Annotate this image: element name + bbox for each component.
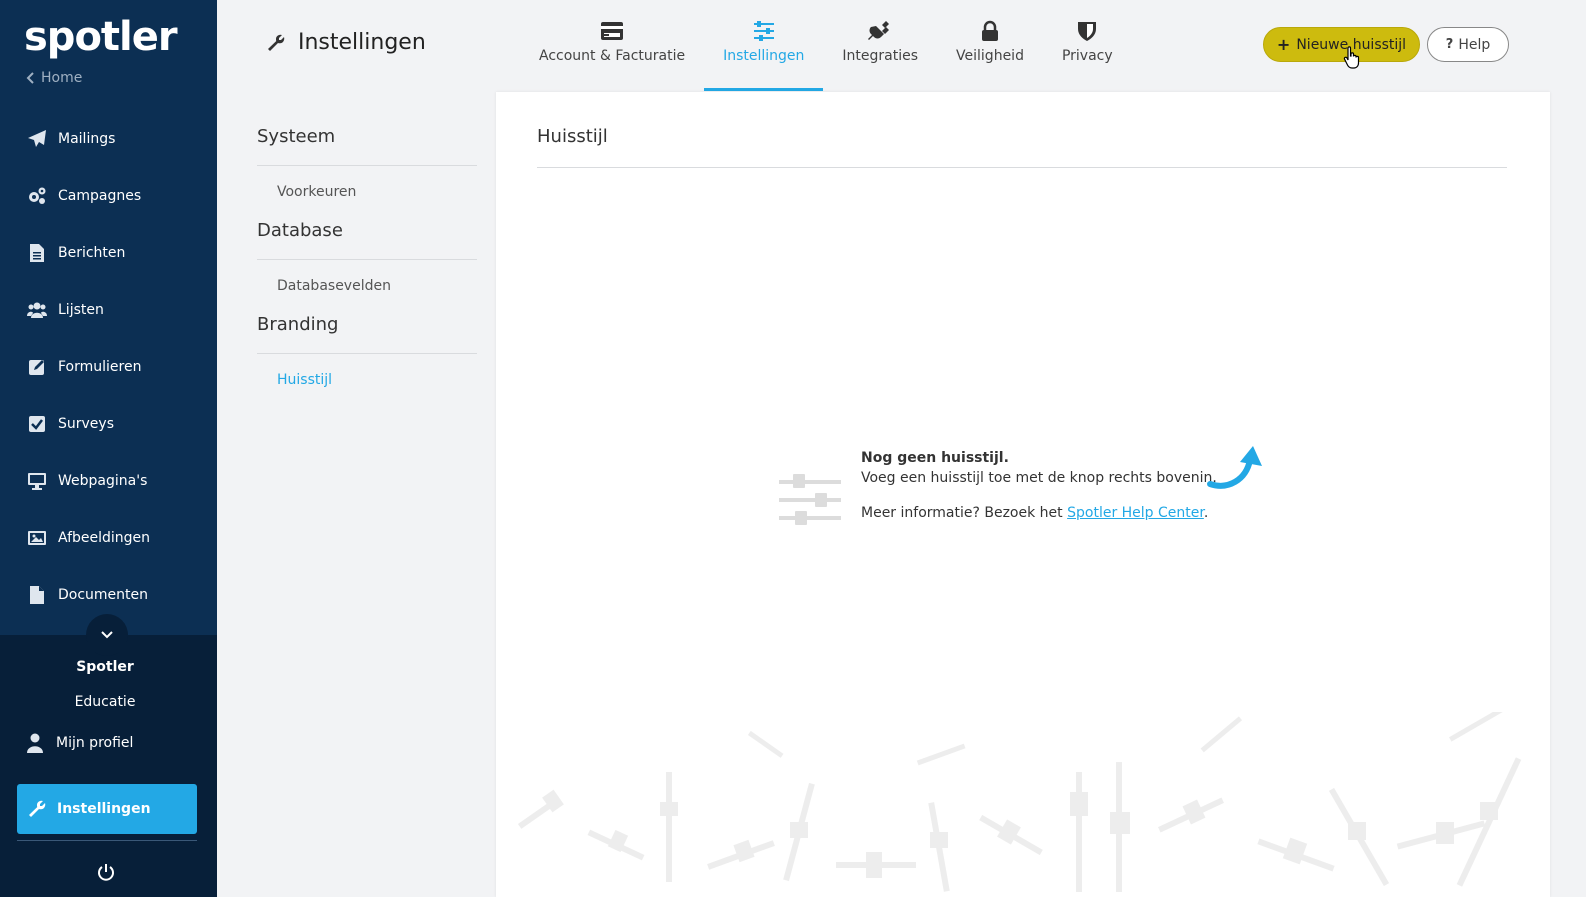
question-icon: ? bbox=[1445, 37, 1454, 52]
sliders-icon bbox=[753, 21, 774, 41]
nav-item-lijsten[interactable]: Lijsten bbox=[0, 281, 217, 338]
tab-privacy[interactable]: Privacy bbox=[1043, 16, 1132, 91]
profile-label: Mijn profiel bbox=[56, 735, 134, 751]
submenu-item-databasevelden[interactable]: Databasevelden bbox=[257, 260, 477, 312]
nav-item-label: Lijsten bbox=[58, 301, 104, 318]
profile-link[interactable]: Mijn profiel bbox=[26, 733, 133, 753]
nav-item-berichten[interactable]: Berichten bbox=[0, 224, 217, 281]
curved-arrow-icon bbox=[1207, 446, 1262, 489]
main-nav: Mailings Campagnes Berichten Lijsten For… bbox=[0, 110, 217, 623]
wrench-icon bbox=[268, 34, 285, 51]
sidebar: spotler Home Mailings Campagnes Berichte… bbox=[0, 0, 217, 897]
paper-plane-icon bbox=[26, 128, 48, 150]
nav-item-webpaginas[interactable]: Webpagina's bbox=[0, 452, 217, 509]
tab-label: Veiligheid bbox=[956, 48, 1024, 64]
huisstijl-panel: Huisstijl Nog geen huisstijl. Voeg een h… bbox=[496, 92, 1550, 897]
page-title-text: Instellingen bbox=[298, 30, 426, 55]
nav-item-label: Documenten bbox=[58, 586, 149, 603]
page-title: Instellingen bbox=[266, 30, 426, 55]
nav-item-formulieren[interactable]: Formulieren bbox=[0, 338, 217, 395]
edit-form-icon bbox=[26, 356, 48, 378]
nav-item-label: Afbeeldingen bbox=[58, 529, 151, 546]
org-sub: Educatie bbox=[74, 694, 136, 710]
file-icon bbox=[26, 584, 48, 606]
collapse-nav-button[interactable] bbox=[86, 614, 128, 656]
submenu-heading-systeem: Systeem bbox=[257, 92, 477, 166]
more-info-suffix: . bbox=[1203, 505, 1209, 521]
nav-item-mailings[interactable]: Mailings bbox=[0, 110, 217, 167]
nav-item-label: Berichten bbox=[58, 244, 126, 261]
sliders-placeholder-icon bbox=[779, 474, 841, 525]
submenu-item-huisstijl[interactable]: Huisstijl bbox=[257, 354, 477, 406]
tab-label: Instellingen bbox=[723, 48, 805, 64]
more-info-prefix: Meer informatie? Bezoek het bbox=[861, 505, 1068, 521]
monitor-icon bbox=[26, 470, 48, 492]
new-huisstijl-button[interactable]: + Nieuwe huisstijl bbox=[1263, 27, 1420, 62]
tab-label: Integraties bbox=[842, 48, 919, 64]
sidebar-divider bbox=[17, 840, 197, 841]
tab-instellingen[interactable]: Instellingen bbox=[704, 16, 824, 91]
nav-item-label: Formulieren bbox=[58, 358, 142, 375]
nav-item-label: Instellingen bbox=[57, 801, 151, 817]
org-name: Spotler bbox=[76, 659, 134, 675]
help-label: Help bbox=[1458, 36, 1491, 53]
home-link-label: Home bbox=[41, 70, 83, 86]
empty-state-description: Voeg een huisstijl toe met de knop recht… bbox=[861, 470, 1217, 486]
user-icon bbox=[27, 733, 43, 753]
settings-submenu: Systeem Voorkeuren Database Databaseveld… bbox=[257, 92, 477, 406]
help-button[interactable]: ? Help bbox=[1427, 27, 1509, 62]
tab-account-facturatie[interactable]: Account & Facturatie bbox=[520, 16, 704, 91]
nav-item-surveys[interactable]: Surveys bbox=[0, 395, 217, 452]
submenu-heading-database: Database bbox=[257, 218, 477, 260]
credit-card-icon bbox=[601, 22, 624, 40]
chevron-down-icon bbox=[101, 631, 113, 639]
document-lines-icon bbox=[26, 242, 48, 264]
tab-veiligheid[interactable]: Veiligheid bbox=[937, 16, 1043, 91]
submenu-heading-branding: Branding bbox=[257, 312, 477, 354]
home-link[interactable]: Home bbox=[26, 70, 82, 86]
wrench-icon bbox=[29, 800, 46, 817]
help-center-link[interactable]: Spotler Help Center bbox=[1067, 505, 1204, 521]
users-icon bbox=[26, 299, 48, 321]
gears-icon bbox=[26, 185, 48, 207]
lock-icon bbox=[981, 20, 998, 41]
spotler-logo[interactable]: spotler bbox=[24, 14, 178, 60]
nav-item-label: Surveys bbox=[58, 415, 114, 432]
nav-item-campagnes[interactable]: Campagnes bbox=[0, 167, 217, 224]
hand-cursor-icon bbox=[1343, 46, 1360, 69]
nav-item-afbeeldingen[interactable]: Afbeeldingen bbox=[0, 509, 217, 566]
nav-item-instellingen[interactable]: Instellingen bbox=[17, 784, 197, 834]
power-icon[interactable] bbox=[96, 862, 116, 882]
panel-title: Huisstijl bbox=[537, 126, 608, 147]
empty-state-title: Nog geen huisstijl. bbox=[861, 450, 1009, 466]
plug-icon bbox=[868, 21, 890, 40]
settings-tabs: Account & Facturatie Instellingen Integr… bbox=[520, 16, 1132, 91]
nav-item-label: Mailings bbox=[58, 130, 116, 147]
panel-divider bbox=[537, 167, 1507, 168]
checkbox-icon bbox=[26, 413, 48, 435]
tab-label: Privacy bbox=[1061, 48, 1113, 64]
tab-integraties[interactable]: Integraties bbox=[823, 16, 937, 91]
empty-state-more-info: Meer informatie? Bezoek het Spotler Help… bbox=[861, 505, 1208, 521]
shield-icon bbox=[1078, 22, 1097, 41]
image-icon bbox=[26, 527, 48, 549]
plus-icon: + bbox=[1276, 35, 1291, 54]
nav-item-label: Campagnes bbox=[58, 187, 142, 204]
background-sliders-pattern bbox=[517, 712, 1522, 892]
chevron-left-icon bbox=[26, 72, 34, 84]
tab-label: Account & Facturatie bbox=[539, 48, 686, 64]
nav-item-label: Webpagina's bbox=[58, 472, 148, 489]
submenu-item-voorkeuren[interactable]: Voorkeuren bbox=[257, 166, 477, 218]
